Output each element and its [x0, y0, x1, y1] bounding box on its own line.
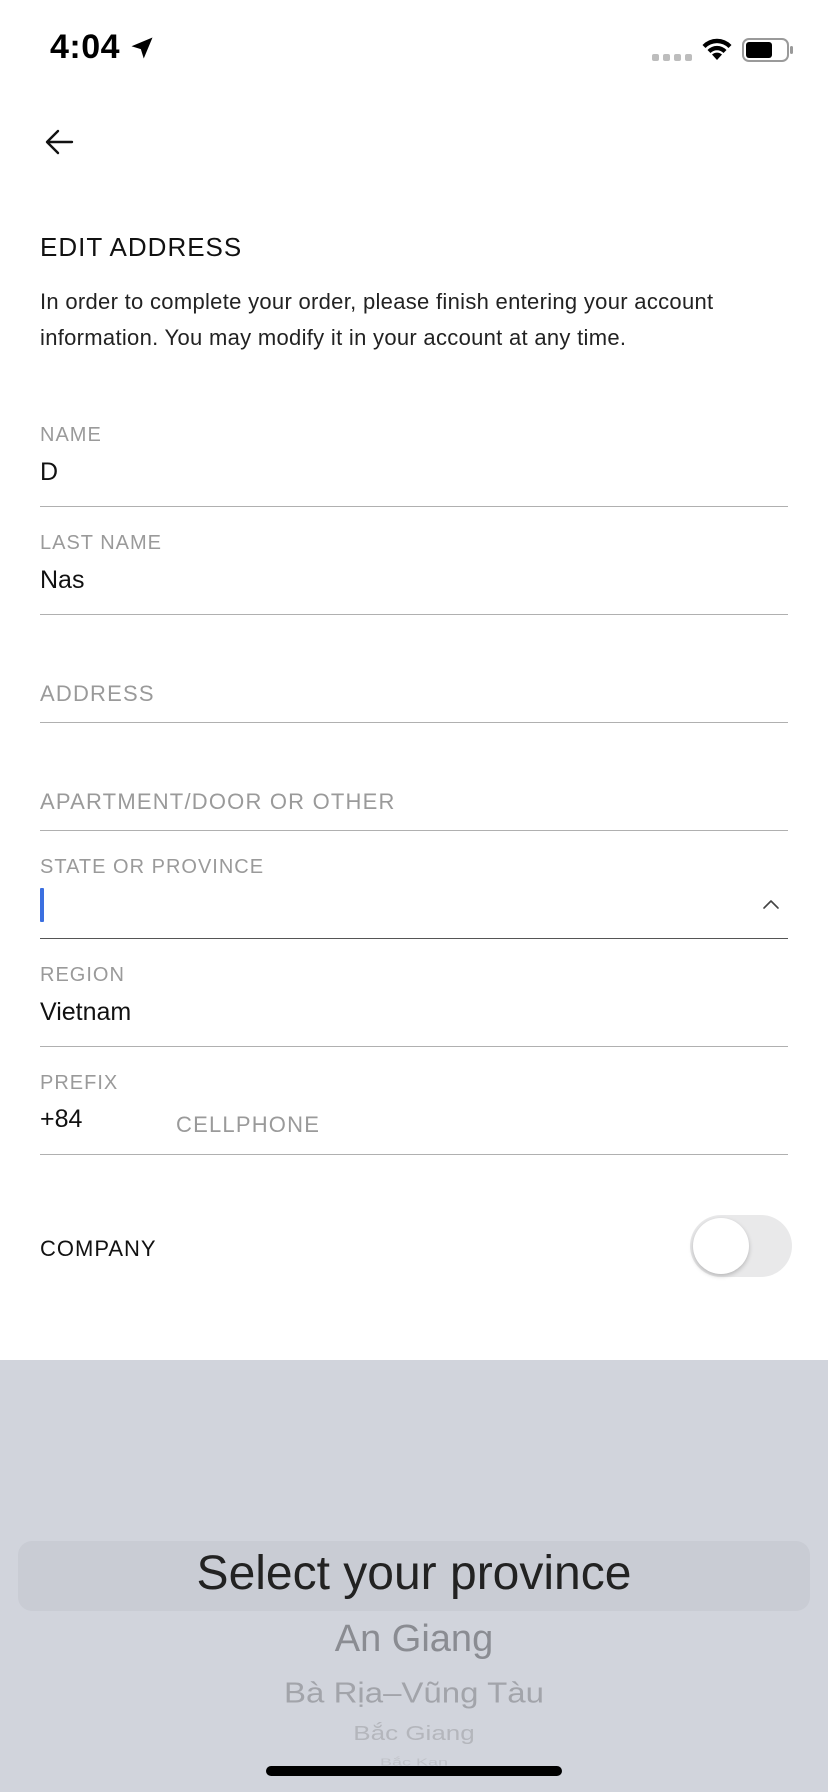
apartment-placeholder: APARTMENT/DOOR OR OTHER [40, 789, 396, 814]
last-name-label: LAST NAME [40, 532, 162, 554]
text-caret [40, 888, 44, 922]
cellphone-placeholder[interactable]: CELLPHONE [176, 1112, 320, 1138]
toggle-knob [693, 1218, 749, 1274]
chevron-up-icon[interactable] [762, 898, 780, 910]
name-field[interactable]: NAME D [40, 420, 788, 507]
page-title: EDIT ADDRESS [40, 232, 243, 262]
location-arrow-icon [131, 37, 153, 59]
address-placeholder: ADDRESS [40, 681, 155, 706]
apartment-field[interactable]: APARTMENT/DOOR OR OTHER [40, 744, 788, 831]
last-name-value[interactable]: Nas [40, 566, 84, 595]
prefix-label: PREFIX [40, 1072, 119, 1094]
state-province-label: STATE OR PROVINCE [40, 856, 265, 878]
province-picker[interactable]: Select your province An Giang Bà Rịa–Vũn… [0, 1360, 828, 1792]
phone-field[interactable]: PREFIX +84 CELLPHONE [40, 1068, 788, 1155]
home-indicator[interactable] [266, 1766, 562, 1776]
back-arrow-icon[interactable] [40, 122, 80, 162]
address-field[interactable]: ADDRESS [40, 636, 788, 723]
company-label: COMPANY [40, 1236, 157, 1261]
status-bar: 4:04 [0, 0, 828, 100]
state-province-field[interactable]: STATE OR PROVINCE [40, 852, 788, 939]
status-time: 4:04 [50, 28, 121, 66]
prefix-value[interactable]: +84 [40, 1105, 82, 1134]
battery-icon [742, 38, 793, 62]
intro-text: In order to complete your order, please … [40, 289, 714, 350]
cellular-signal-icon [652, 54, 692, 61]
last-name-field[interactable]: LAST NAME Nas [40, 528, 788, 615]
name-value[interactable]: D [40, 458, 58, 487]
region-field[interactable]: REGION Vietnam [40, 960, 788, 1047]
picker-option[interactable]: An Giang [0, 1618, 828, 1661]
company-toggle[interactable] [690, 1215, 792, 1277]
name-label: NAME [40, 424, 102, 446]
picker-selected-item[interactable]: Select your province [0, 1546, 828, 1601]
region-label: REGION [40, 964, 125, 986]
wifi-icon [702, 38, 732, 60]
picker-option[interactable]: Bắc Giang [0, 1721, 828, 1745]
region-value[interactable]: Vietnam [40, 998, 131, 1027]
picker-option[interactable]: Bà Rịa–Vũng Tàu [0, 1676, 828, 1709]
